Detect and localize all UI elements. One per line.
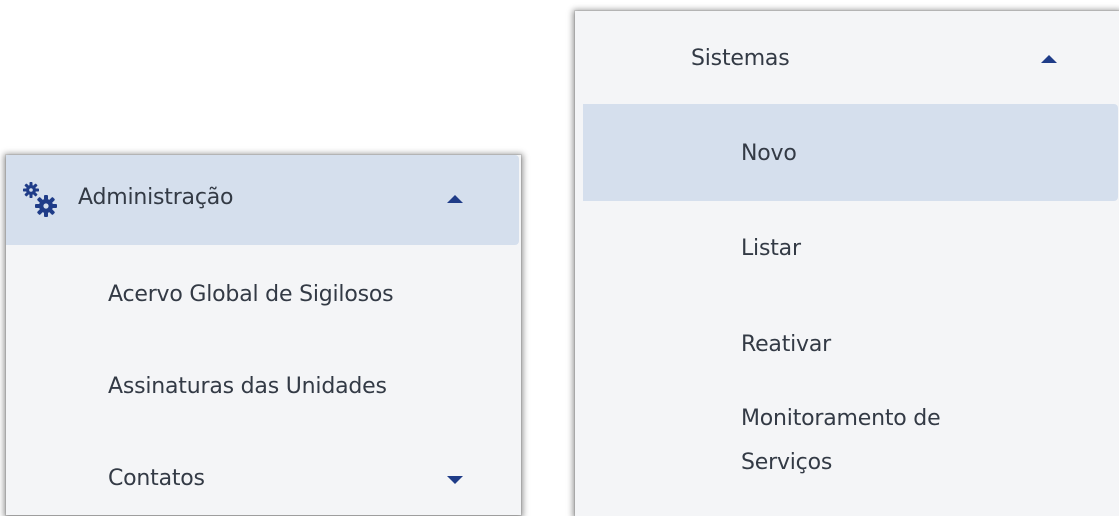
menu-item-label: Novo xyxy=(741,141,797,166)
menu-item-label: Monitoramento de Serviços xyxy=(741,406,941,475)
menu-item-label: Listar xyxy=(741,236,801,261)
menu-item-label: Reativar xyxy=(741,332,831,357)
menu-header-label: Administração xyxy=(78,185,234,210)
chevron-up-icon[interactable] xyxy=(1041,55,1057,63)
menu-item-reativar[interactable]: Reativar xyxy=(575,301,1119,397)
menu-item-label: Contatos xyxy=(108,466,205,491)
right-sidebar-menu: Sistemas Novo Listar Reativar Monitorame… xyxy=(575,11,1119,516)
menu-item-label: Acervo Global de Sigilosos xyxy=(108,282,394,307)
menu-item-contatos[interactable]: Contatos xyxy=(6,435,519,515)
menu-header-label: Sistemas xyxy=(691,46,790,71)
menu-header-sistemas[interactable]: Sistemas xyxy=(575,11,1119,103)
menu-item-novo[interactable]: Novo xyxy=(583,104,1118,201)
menu-item-acervo-global-de-sigilosos[interactable]: Acervo Global de Sigilosos xyxy=(6,251,519,341)
menu-header-administracao[interactable]: Administração xyxy=(6,155,519,245)
chevron-down-icon[interactable] xyxy=(447,476,463,484)
menu-item-assinaturas-das-unidades[interactable]: Assinaturas das Unidades xyxy=(6,343,519,433)
chevron-up-icon[interactable] xyxy=(447,195,463,203)
menu-item-label: Assinaturas das Unidades xyxy=(108,374,387,399)
left-sidebar-menu: Administração Acervo Global de Sigilosos… xyxy=(6,155,521,515)
menu-item-listar[interactable]: Listar xyxy=(575,203,1119,299)
cogs-icon xyxy=(20,180,58,218)
menu-item-monitoramento-de-servicos[interactable]: Monitoramento de Serviços xyxy=(575,393,1119,503)
